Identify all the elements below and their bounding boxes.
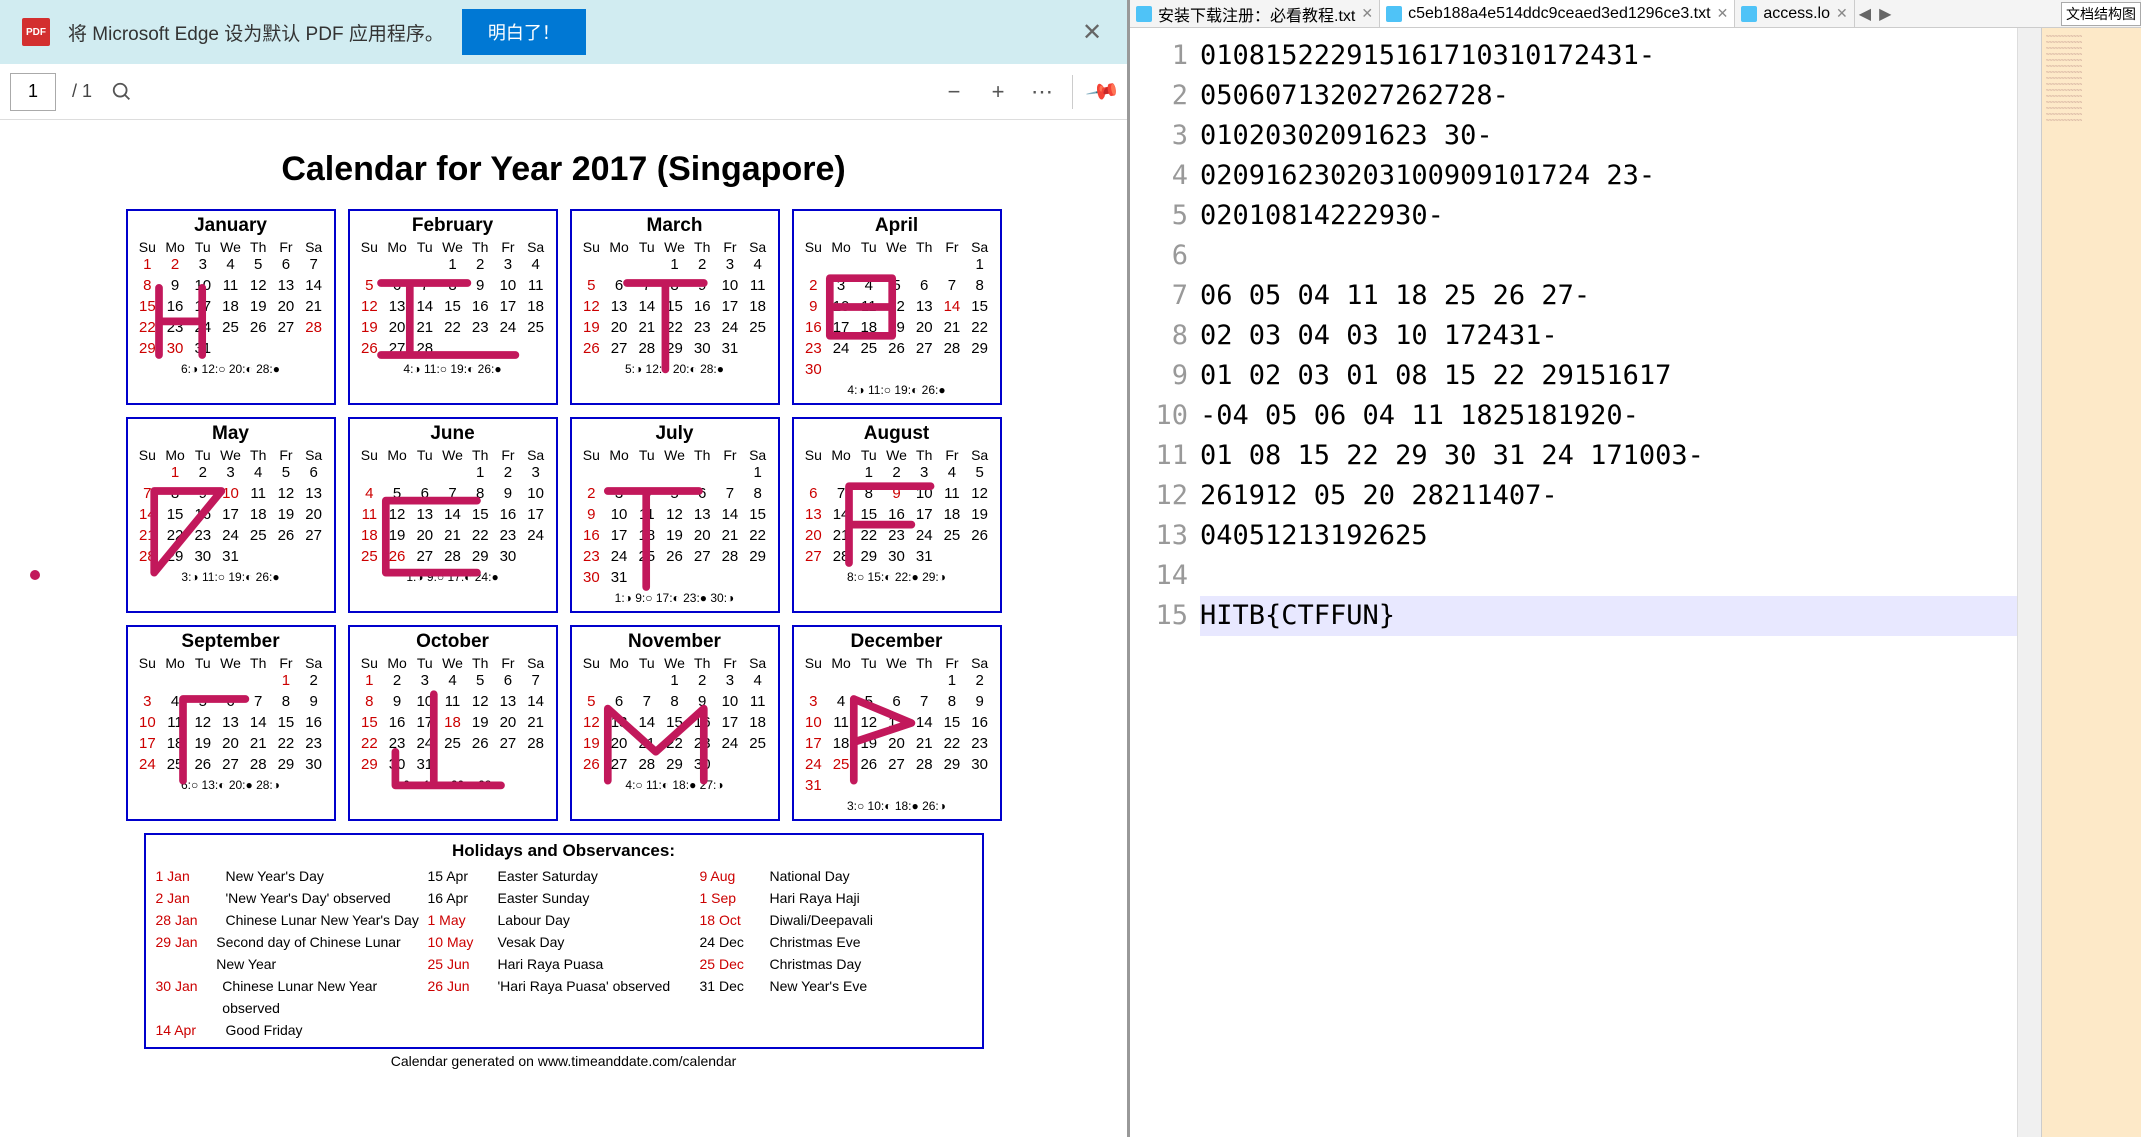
calendar-grid: JanuarySuMoTuWeThFrSa1234567891011121314… <box>100 209 1027 821</box>
notification-bar: PDF 将 Microsoft Edge 设为默认 PDF 应用程序。 明白了！… <box>0 0 1127 64</box>
footer-note: Calendar generated on www.timeanddate.co… <box>100 1053 1027 1069</box>
close-icon[interactable]: ✕ <box>1079 19 1105 45</box>
holiday-row: 14 AprGood Friday <box>156 1019 428 1041</box>
file-icon <box>1386 6 1402 22</box>
zoom-in-icon[interactable]: + <box>984 78 1012 106</box>
holidays-title: Holidays and Observances: <box>156 841 972 861</box>
holiday-row: 24 DecChristmas Eve <box>700 931 972 953</box>
month-may: MaySuMoTuWeThFrSa12345678910111213141516… <box>126 417 336 613</box>
holiday-row: 16 AprEaster Sunday <box>428 887 700 909</box>
tabs-row: 安装下载注册：必看教程.txt✕c5eb188a4e514ddc9ceaed3e… <box>1130 0 2141 28</box>
month-august: AugustSuMoTuWeThFrSa12345678910111213141… <box>792 417 1002 613</box>
month-march: MarchSuMoTuWeThFrSa123456789101112131415… <box>570 209 780 405</box>
tab-close-icon[interactable]: ✕ <box>1836 5 1848 22</box>
holiday-row: 1 JanNew Year's Day <box>156 865 428 887</box>
holiday-row: 1 SepHari Raya Haji <box>700 887 972 909</box>
file-icon <box>1136 6 1152 22</box>
editor-main[interactable]: 123456789101112131415 010815222915161710… <box>1130 28 2041 1137</box>
holidays-box: Holidays and Observances: 1 JanNew Year'… <box>144 833 984 1049</box>
tab-close-icon[interactable]: ✕ <box>1361 5 1373 22</box>
holiday-row: 25 JunHari Raya Puasa <box>428 953 700 975</box>
month-december: DecemberSuMoTuWeThFrSa123456789101112131… <box>792 625 1002 821</box>
holiday-row: 29 JanSecond day of Chinese Lunar New Ye… <box>156 931 428 975</box>
month-january: JanuarySuMoTuWeThFrSa1234567891011121314… <box>126 209 336 405</box>
month-april: AprilSuMoTuWeThFrSa123456789101112131415… <box>792 209 1002 405</box>
pdf-content[interactable]: Calendar for Year 2017 (Singapore) Janua… <box>0 120 1127 1137</box>
calendar-title: Calendar for Year 2017 (Singapore) <box>100 150 1027 189</box>
holiday-row: 30 JanChinese Lunar New Year observed <box>156 975 428 1019</box>
pdf-toolbar: / 1 − + ⋯ 📌 <box>0 64 1127 120</box>
month-june: JuneSuMoTuWeThFrSa1234567891011121314151… <box>348 417 558 613</box>
holiday-row: 28 JanChinese Lunar New Year's Day <box>156 909 428 931</box>
holiday-row: 2 Jan'New Year's Day' observed <box>156 887 428 909</box>
editor-panel: 安装下载注册：必看教程.txt✕c5eb188a4e514ddc9ceaed3e… <box>1130 0 2141 1137</box>
notification-text: 将 Microsoft Edge 设为默认 PDF 应用程序。 <box>68 19 444 46</box>
vertical-scrollbar[interactable] <box>2017 28 2041 1137</box>
page-number-input[interactable] <box>10 73 56 111</box>
more-icon[interactable]: ⋯ <box>1028 78 1056 106</box>
month-february: FebruarySuMoTuWeThFrSa123456789101112131… <box>348 209 558 405</box>
page-total-label: / 1 <box>72 81 92 102</box>
pin-icon[interactable]: 📌 <box>1084 72 1123 111</box>
tab-scroll-right-icon[interactable]: ▶ <box>1875 2 1895 26</box>
search-icon[interactable] <box>108 78 136 106</box>
editor-tab[interactable]: access.lo✕ <box>1735 0 1854 27</box>
separator <box>1072 75 1073 109</box>
holiday-row: 9 AugNational Day <box>700 865 972 887</box>
holiday-row: 1 MayLabour Day <box>428 909 700 931</box>
tab-scroll-left-icon[interactable]: ◀ <box>1855 2 1875 26</box>
structure-panel-label[interactable]: 文档结构图 <box>2061 2 2141 26</box>
holiday-row: 10 MayVesak Day <box>428 931 700 953</box>
holiday-row: 31 DecNew Year's Eve <box>700 975 972 997</box>
tab-close-icon[interactable]: ✕ <box>1717 5 1729 22</box>
file-icon <box>1741 6 1757 22</box>
holiday-row: 26 Jun'Hari Raya Puasa' observed <box>428 975 700 997</box>
month-july: JulySuMoTuWeThFrSa1234567891011121314151… <box>570 417 780 613</box>
holiday-row: 15 AprEaster Saturday <box>428 865 700 887</box>
editor-tab[interactable]: c5eb188a4e514ddc9ceaed3ed1296ce3.txt✕ <box>1380 0 1735 27</box>
line-gutter: 123456789101112131415 <box>1130 28 1200 1137</box>
pdf-icon: PDF <box>22 18 50 46</box>
marker-dot <box>30 570 40 580</box>
document-minimap[interactable]: ~~~~~~~~~~~~ ~~~~~~~~~~~~ ~~~~~~~~~~~~ ~… <box>2041 28 2141 1137</box>
holiday-row: 18 OctDiwali/Deepavali <box>700 909 972 931</box>
editor-tab[interactable]: 安装下载注册：必看教程.txt✕ <box>1130 0 1380 27</box>
notification-ok-button[interactable]: 明白了！ <box>462 9 586 55</box>
zoom-out-icon[interactable]: − <box>940 78 968 106</box>
code-area[interactable]: 010815222915161710310172431- 05060713202… <box>1200 28 2017 1137</box>
month-november: NovemberSuMoTuWeThFrSa123456789101112131… <box>570 625 780 821</box>
holiday-row: 25 DecChristmas Day <box>700 953 972 975</box>
pdf-viewer-panel: PDF 将 Microsoft Edge 设为默认 PDF 应用程序。 明白了！… <box>0 0 1130 1137</box>
month-october: OctoberSuMoTuWeThFrSa1234567891011121314… <box>348 625 558 821</box>
month-september: SeptemberSuMoTuWeThFrSa12345678910111213… <box>126 625 336 821</box>
